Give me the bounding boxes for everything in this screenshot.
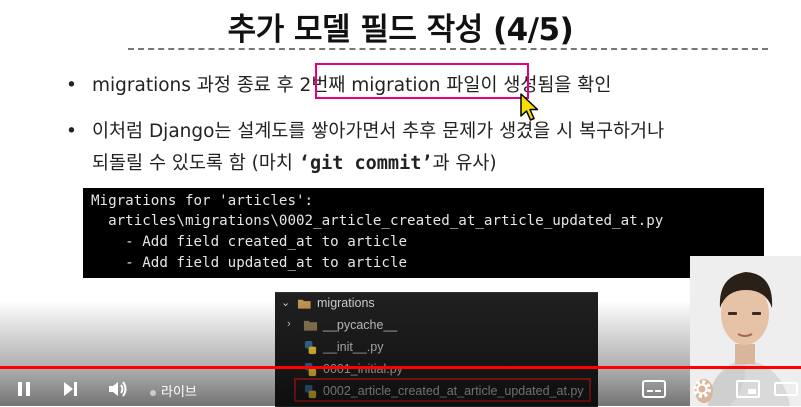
theater-mode-icon [774, 382, 798, 396]
volume-button[interactable] [104, 376, 132, 402]
bullet-text: 이처럼 Django는 설계도를 쌓아가면서 추후 문제가 생겼을 시 복구하거… [92, 121, 665, 142]
bullet-text-line2: 되돌릴 수 있도록 함 (마치 ‘git commit’과 유사) [92, 148, 497, 180]
file-label: __pycache__ [323, 318, 398, 332]
pause-button[interactable] [10, 376, 38, 402]
title-divider [128, 48, 768, 50]
bullet-text-part: 되돌릴 수 있도록 함 (마치 [92, 153, 299, 174]
highlight-box [315, 63, 529, 99]
terminal-output: Migrations for 'articles': articles\migr… [83, 188, 764, 278]
terminal-line: Migrations for 'articles': [91, 193, 314, 209]
live-dot-icon [150, 389, 156, 396]
gear-icon [693, 380, 711, 398]
folder-icon [303, 320, 318, 331]
slide-title: 추가 모델 필드 작성 (4/5) [227, 12, 574, 48]
theater-mode-button[interactable] [772, 376, 800, 402]
video-progress-fill [0, 366, 801, 369]
bullet-text-part: 과 유사) [432, 153, 497, 174]
pause-icon [18, 382, 30, 396]
terminal-line: articles\migrations\0002_article_created… [91, 213, 664, 229]
chevron-down-icon: ⌄ [281, 297, 291, 309]
file-row-init[interactable]: __init__.py [275, 337, 598, 359]
terminal-line: - Add field updated_at to article [91, 255, 408, 271]
inline-code: ‘git commit’ [298, 153, 433, 174]
video-progress-bar[interactable] [0, 366, 801, 369]
volume-icon [109, 381, 127, 397]
miniplayer-icon [736, 380, 760, 398]
folder-row-migrations[interactable]: ⌄ migrations [275, 293, 598, 315]
chevron-right-icon: › [287, 318, 291, 330]
bullet-text-part: migrations 과정 종료 후 [92, 75, 300, 96]
live-label: 라이브 [161, 384, 197, 399]
folder-row-pycache[interactable]: › __pycache__ [275, 315, 598, 337]
settings-button[interactable] [688, 376, 716, 402]
miniplayer-button[interactable] [734, 376, 762, 402]
python-icon [304, 340, 317, 355]
subtitles-button[interactable] [640, 376, 668, 402]
bullet-dot: • [66, 121, 77, 142]
subtitles-icon [642, 380, 666, 398]
mouse-cursor-icon [520, 93, 539, 121]
file-label: __init__.py [323, 340, 384, 354]
live-indicator[interactable]: 라이브 [150, 381, 197, 400]
skip-next-icon [64, 382, 77, 396]
folder-open-icon [297, 299, 311, 309]
next-button[interactable] [56, 376, 84, 402]
player-controls: 라이브 [0, 372, 801, 406]
terminal-line: - Add field created_at to article [91, 234, 408, 250]
folder-label: migrations [317, 296, 375, 310]
bullet-dot: • [66, 75, 77, 96]
